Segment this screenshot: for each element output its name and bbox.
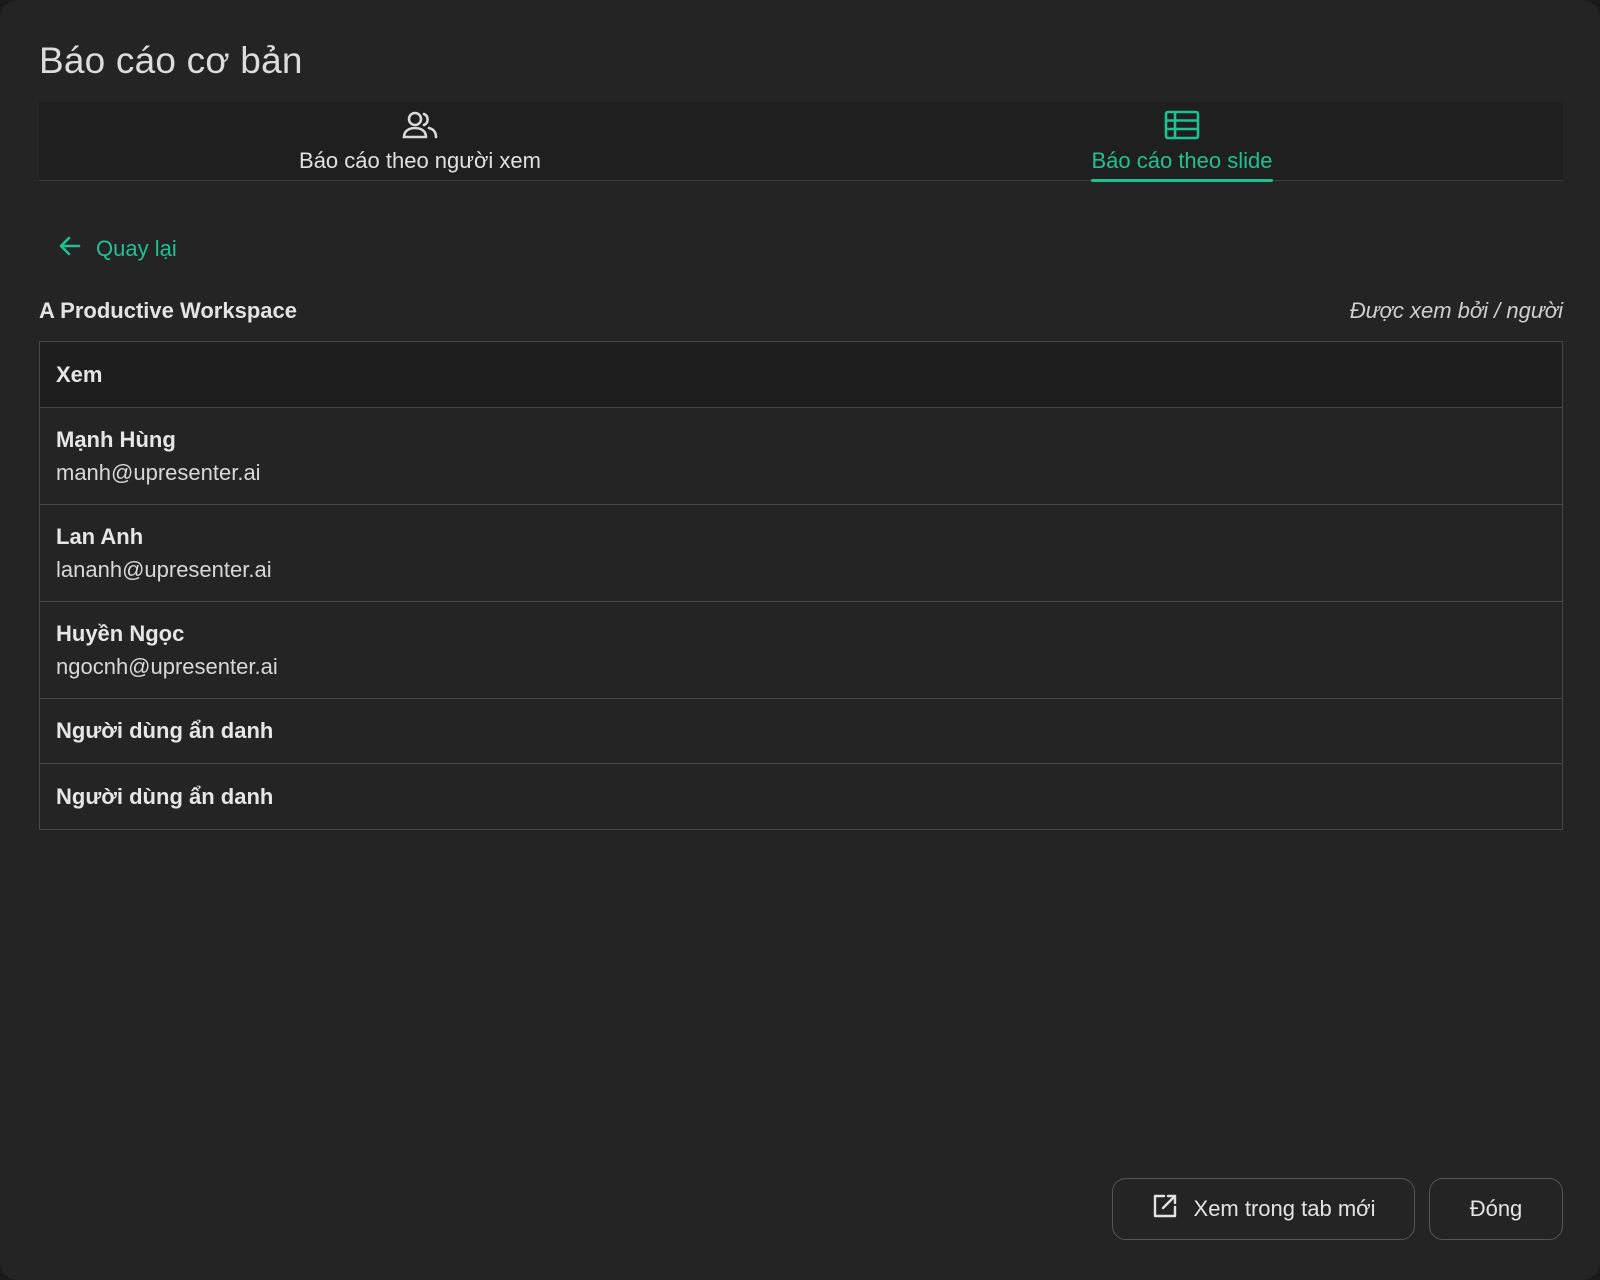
tab-label: Báo cáo theo slide xyxy=(1091,148,1273,182)
report-dialog: Báo cáo cơ bản Báo cáo theo người xem Bá… xyxy=(0,0,1600,1280)
table-list-icon xyxy=(1164,108,1200,142)
viewers-table: Xem Mạnh Hùng manh@upresenter.ai Lan Anh… xyxy=(39,341,1563,830)
report-tabs: Báo cáo theo người xem Báo cáo theo slid… xyxy=(39,102,1563,182)
close-button[interactable]: Đóng xyxy=(1429,1178,1563,1240)
slide-title: A Productive Workspace xyxy=(39,298,297,323)
back-button[interactable]: Quay lại xyxy=(58,234,177,264)
tab-slide-report[interactable]: Báo cáo theo slide xyxy=(801,102,1563,182)
table-header: Xem xyxy=(40,342,1562,408)
open-external-icon xyxy=(1152,1193,1178,1225)
table-row: Huyền Ngọc ngocnh@upresenter.ai xyxy=(40,602,1562,699)
viewer-name: Huyền Ngọc xyxy=(56,620,185,646)
viewer-name: Người dùng ẩn danh xyxy=(56,718,274,743)
viewed-by-label: Được xem bởi / người xyxy=(1349,298,1563,323)
open-new-tab-label: Xem trong tab mới xyxy=(1193,1196,1376,1221)
table-row: Người dùng ẩn danh xyxy=(40,699,1562,764)
back-label: Quay lại xyxy=(96,236,177,261)
viewer-name: Lan Anh xyxy=(56,523,144,549)
tab-viewer-report[interactable]: Báo cáo theo người xem xyxy=(39,102,801,180)
table-row: Người dùng ẩn danh xyxy=(40,764,1562,829)
viewer-email: manh@upresenter.ai xyxy=(56,459,261,485)
dialog-title: Báo cáo cơ bản xyxy=(39,40,303,81)
viewer-name: Mạnh Hùng xyxy=(56,426,176,452)
viewer-email: lananh@upresenter.ai xyxy=(56,556,272,582)
arrow-left-icon xyxy=(58,234,82,264)
open-new-tab-button[interactable]: Xem trong tab mới xyxy=(1112,1178,1415,1240)
viewer-name: Người dùng ẩn danh xyxy=(56,783,274,809)
table-row: Lan Anh lananh@upresenter.ai xyxy=(40,505,1562,602)
users-icon xyxy=(400,108,440,142)
viewer-email: ngocnh@upresenter.ai xyxy=(56,653,278,679)
tab-label: Báo cáo theo người xem xyxy=(299,148,541,173)
table-row: Mạnh Hùng manh@upresenter.ai xyxy=(40,408,1562,505)
